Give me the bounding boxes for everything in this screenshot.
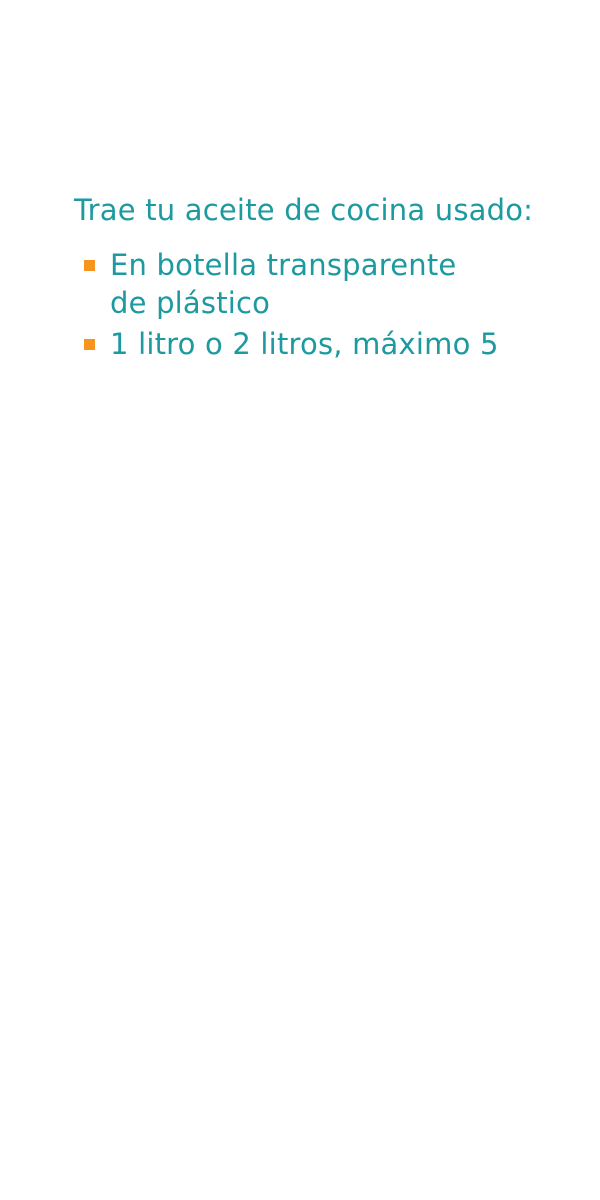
requirements-list: En botella transparente de plástico 1 li… [74, 246, 574, 363]
list-item-line: En botella transparente [110, 248, 457, 282]
list-item: En botella transparente de plástico [74, 246, 574, 322]
list-item-line: de plástico [110, 286, 271, 320]
list-item-line: 1 litro o 2 litros, máximo 5 [110, 327, 499, 361]
page: { "heading": "Trae tu aceite de cocina u… [0, 0, 600, 1200]
square-bullet-icon [84, 260, 95, 271]
square-bullet-icon [84, 339, 95, 350]
list-item: 1 litro o 2 litros, máximo 5 [74, 325, 574, 363]
instructions-block: Trae tu aceite de cocina usado: En botel… [74, 192, 574, 366]
instructions-heading: Trae tu aceite de cocina usado: [74, 193, 534, 227]
